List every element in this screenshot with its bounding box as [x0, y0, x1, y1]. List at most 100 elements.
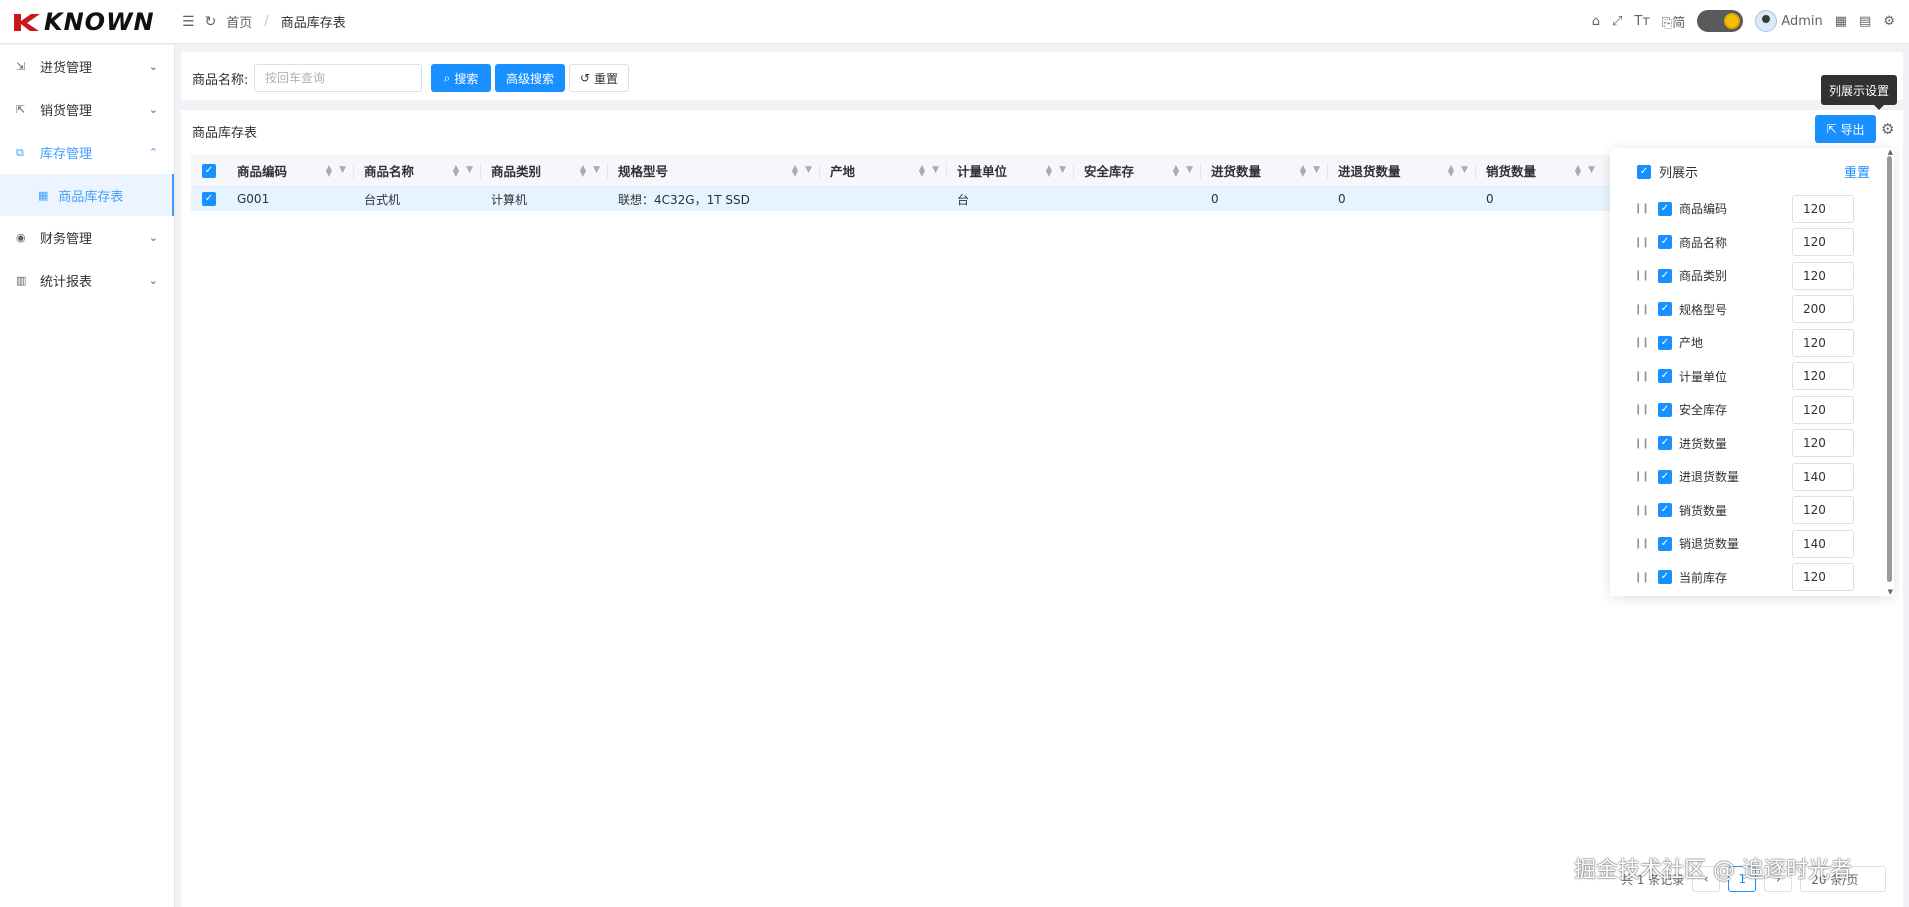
- sidebar-item-inventory[interactable]: ⧉ 库存管理 ⌃: [0, 131, 174, 174]
- drag-handle-icon[interactable]: ❙❙: [1634, 471, 1650, 482]
- sidebar-item-finance[interactable]: ◉ 财务管理 ⌄: [0, 216, 174, 259]
- filter-icon[interactable]: ▼: [1186, 165, 1193, 175]
- column-settings-icon[interactable]: ⚙: [1881, 120, 1894, 138]
- drag-handle-icon[interactable]: ❙❙: [1634, 337, 1650, 348]
- sidebar-item-reports[interactable]: ▥ 统计报表 ⌄: [0, 259, 174, 302]
- column-visible-checkbox[interactable]: ✓: [1658, 436, 1672, 451]
- column-visible-checkbox[interactable]: ✓: [1658, 201, 1672, 216]
- drag-handle-icon[interactable]: ❙❙: [1634, 505, 1650, 516]
- column-visible-checkbox[interactable]: ✓: [1658, 369, 1672, 384]
- sidebar-item-purchase[interactable]: ⇲ 进货管理 ⌄: [0, 45, 174, 88]
- advanced-search-button[interactable]: 高级搜索: [495, 64, 565, 92]
- menu-fold-icon[interactable]: ☰: [182, 14, 195, 30]
- table-title: 商品库存表: [192, 126, 258, 141]
- sort-icon[interactable]: ▲ ▼: [792, 164, 798, 178]
- column-panel-reset-link[interactable]: 重置: [1844, 162, 1870, 181]
- logo[interactable]: KNOWN: [12, 8, 155, 36]
- filter-icon[interactable]: ▼: [1059, 165, 1066, 175]
- sort-icon[interactable]: ▲ ▼: [1575, 164, 1581, 178]
- column-visible-checkbox[interactable]: ✓: [1658, 268, 1672, 283]
- scroll-up-arrow-icon[interactable]: ▲: [1888, 148, 1893, 156]
- scroll-down-arrow-icon[interactable]: ▼: [1888, 588, 1893, 596]
- column-header[interactable]: 安全库存 ▲ ▼ ▼: [1074, 155, 1201, 186]
- filter-icon[interactable]: ▼: [1313, 165, 1320, 175]
- sort-icon[interactable]: ▲ ▼: [326, 164, 332, 178]
- column-header[interactable]: 进货数量 ▲ ▼ ▼: [1201, 155, 1328, 186]
- sidebar-subitem-stock-table[interactable]: ▦ 商品库存表: [0, 174, 174, 216]
- filter-icon[interactable]: ▼: [1461, 165, 1468, 175]
- font-size-icon[interactable]: Tт: [1634, 14, 1650, 29]
- filter-icon[interactable]: ▼: [1588, 165, 1595, 175]
- sort-icon[interactable]: ▲ ▼: [453, 164, 459, 178]
- drag-handle-icon[interactable]: ❙❙: [1634, 438, 1650, 449]
- filter-icon[interactable]: ▼: [339, 165, 346, 175]
- panel-icon[interactable]: ▤: [1859, 14, 1871, 29]
- column-header[interactable]: 进退货数量 ▲ ▼ ▼: [1328, 155, 1476, 186]
- column-header[interactable]: 产地 ▲ ▼ ▼: [820, 155, 947, 186]
- column-width-input[interactable]: [1792, 328, 1854, 357]
- column-header[interactable]: 计量单位 ▲ ▼ ▼: [947, 155, 1074, 186]
- column-visible-checkbox[interactable]: ✓: [1658, 469, 1672, 484]
- column-width-input[interactable]: [1792, 395, 1854, 424]
- column-width-input[interactable]: [1792, 563, 1854, 592]
- sort-icon[interactable]: ▲ ▼: [1046, 164, 1052, 178]
- row-checkbox[interactable]: ✓: [202, 192, 216, 206]
- product-name-input[interactable]: [254, 64, 422, 92]
- column-visible-checkbox[interactable]: ✓: [1658, 503, 1672, 518]
- column-width-input[interactable]: [1792, 462, 1854, 491]
- column-width-input[interactable]: [1792, 362, 1854, 391]
- drag-handle-icon[interactable]: ❙❙: [1634, 538, 1650, 549]
- column-visible-checkbox[interactable]: ✓: [1658, 570, 1672, 585]
- sort-icon[interactable]: ▲ ▼: [580, 164, 586, 178]
- user-menu[interactable]: Admin: [1755, 10, 1823, 32]
- drag-handle-icon[interactable]: ❙❙: [1634, 237, 1650, 248]
- settings-icon[interactable]: ⚙: [1883, 14, 1895, 29]
- column-visible-checkbox[interactable]: ✓: [1658, 536, 1672, 551]
- drag-handle-icon[interactable]: ❙❙: [1634, 203, 1650, 214]
- column-header[interactable]: 规格型号 ▲ ▼ ▼: [608, 155, 820, 186]
- column-visible-checkbox[interactable]: ✓: [1658, 235, 1672, 250]
- sort-icon[interactable]: ▲ ▼: [1448, 164, 1454, 178]
- column-width-input[interactable]: [1792, 228, 1854, 257]
- column-width-input[interactable]: [1792, 261, 1854, 290]
- filter-icon[interactable]: ▼: [805, 165, 812, 175]
- filter-icon[interactable]: ▼: [593, 165, 600, 175]
- table-row[interactable]: ✓ G001 台式机 计算机 联想：4C32G，1T SSD 台 0 0 0: [191, 187, 1621, 211]
- column-width-input[interactable]: [1792, 429, 1854, 458]
- reset-button[interactable]: ↺ 重置: [569, 64, 629, 92]
- show-all-columns-checkbox[interactable]: ✓: [1637, 164, 1651, 179]
- sort-icon[interactable]: ▲ ▼: [1173, 164, 1179, 178]
- drag-handle-icon[interactable]: ❙❙: [1634, 270, 1650, 281]
- column-panel-scrollbar[interactable]: [1887, 156, 1892, 582]
- column-width-input[interactable]: [1792, 496, 1854, 525]
- drag-handle-icon[interactable]: ❙❙: [1634, 572, 1650, 583]
- filter-icon[interactable]: ▼: [932, 165, 939, 175]
- sidebar-item-sales[interactable]: ⇱ 销货管理 ⌄: [0, 88, 174, 131]
- drag-handle-icon[interactable]: ❙❙: [1634, 404, 1650, 415]
- breadcrumb-home[interactable]: 首页: [226, 12, 252, 31]
- layout-icon[interactable]: ▦: [1835, 14, 1847, 29]
- language-switch[interactable]: ⎘简: [1662, 12, 1685, 31]
- sort-icon[interactable]: ▲ ▼: [919, 164, 925, 178]
- theme-toggle[interactable]: [1697, 10, 1744, 32]
- column-header[interactable]: 销货数量 ▲ ▼ ▼: [1476, 155, 1603, 186]
- column-visible-checkbox[interactable]: ✓: [1658, 335, 1672, 350]
- search-button[interactable]: ⌕ 搜索: [431, 64, 491, 92]
- column-width-input[interactable]: [1792, 295, 1854, 324]
- column-visible-checkbox[interactable]: ✓: [1658, 402, 1672, 417]
- select-all-checkbox[interactable]: ✓: [202, 163, 216, 178]
- fullscreen-icon[interactable]: ⤢: [1612, 14, 1622, 29]
- filter-icon[interactable]: ▼: [466, 165, 473, 175]
- column-width-input[interactable]: [1792, 194, 1854, 223]
- drag-handle-icon[interactable]: ❙❙: [1634, 304, 1650, 315]
- column-visible-checkbox[interactable]: ✓: [1658, 302, 1672, 317]
- column-header[interactable]: 商品名称 ▲ ▼ ▼: [354, 155, 481, 186]
- column-header[interactable]: 商品编码 ▲ ▼ ▼: [227, 155, 354, 186]
- sort-icon[interactable]: ▲ ▼: [1300, 164, 1306, 178]
- export-button[interactable]: ⇱ 导出: [1815, 115, 1876, 143]
- refresh-icon[interactable]: ↻: [205, 14, 217, 30]
- column-header[interactable]: 商品类别 ▲ ▼ ▼: [481, 155, 608, 186]
- column-width-input[interactable]: [1792, 529, 1854, 558]
- drag-handle-icon[interactable]: ❙❙: [1634, 371, 1650, 382]
- home-icon[interactable]: ⌂: [1592, 14, 1600, 29]
